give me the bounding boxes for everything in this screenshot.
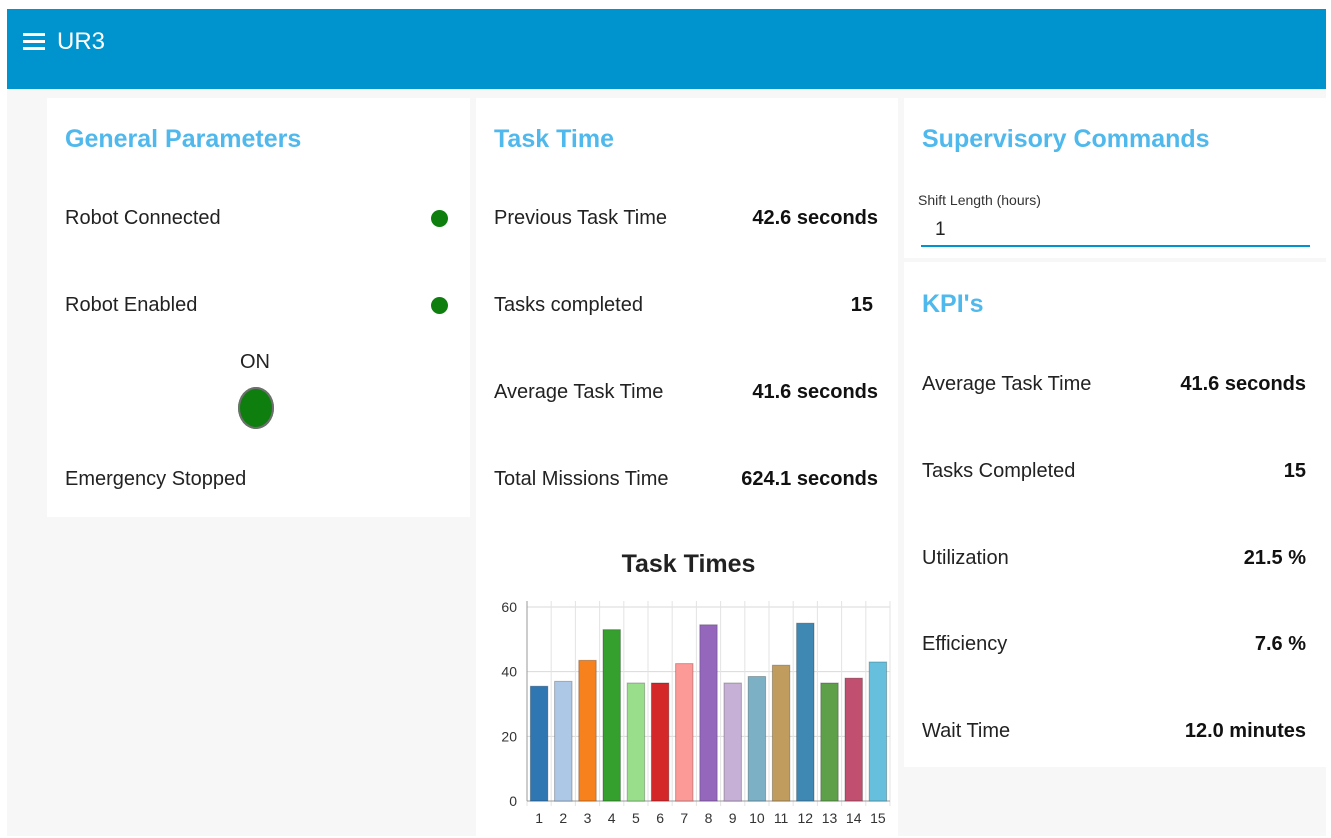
previous-task-time-label: Previous Task Time [494,207,668,229]
bar-12 [796,622,815,802]
kpi-tasks-completed-value: 15 [1283,460,1306,482]
hamburger-menu-icon[interactable] [23,31,47,51]
average-task-time-label: Average Task Time [494,381,664,403]
x-tick-label: 12 [798,810,814,826]
x-tick-label: 8 [705,810,713,826]
kpi-average-task-time-label: Average Task Time [922,373,1092,395]
chart-title: Task Times [621,550,756,578]
on-indicator-icon [238,387,274,429]
app-title: UR3 [57,28,106,55]
general-parameters-title: General Parameters [65,125,302,153]
x-tick-label: 15 [870,810,886,826]
total-missions-time-label: Total Missions Time [494,468,669,490]
kpi-efficiency-value: 7.6 % [1254,633,1306,655]
kpi-efficiency-label: Efficiency [922,633,1008,655]
robot-enabled-label: Robot Enabled [65,294,198,316]
bar-13 [820,682,839,802]
kpi-utilization-label: Utilization [922,547,1009,569]
robot-connected-label: Robot Connected [65,207,221,229]
app-header: UR3 [7,9,1326,89]
bar-2 [554,680,573,802]
x-tick-label: 1 [535,810,543,826]
tasks-completed-value: 15 [850,294,873,316]
on-label: ON [240,351,270,373]
bar-7 [675,663,694,802]
bar-15 [868,661,888,802]
task-time-title: Task Time [494,125,614,153]
kpis-title: KPI's [922,290,984,318]
x-tick-label: 2 [559,810,567,826]
tasks-completed-label: Tasks completed [494,294,643,316]
task-times-chart: 02040601 2 3 4 5 6 7 8 9 10 11 12 13 14 15 [501,599,891,826]
x-tick-label: 5 [632,810,640,826]
bar-14 [844,677,863,802]
task-time-card: Task Time Previous Task Time 42.6 second… [476,98,898,836]
bar-9 [723,682,742,802]
bar-11 [771,664,791,802]
kpis-card: KPI's Average Task Time 41.6 seconds Tas… [904,262,1326,767]
kpi-wait-time-value: 12.0 minutes [1184,720,1306,742]
y-tick-label: 40 [501,664,517,680]
general-parameters-card: General Parameters Robot Connected Robot… [47,98,470,517]
y-tick-label: 0 [509,793,517,809]
total-missions-time-value: 624.1 seconds [741,468,878,490]
emergency-stopped-label: Emergency Stopped [65,468,247,490]
x-tick-label: 10 [749,810,765,826]
bar-5 [626,682,646,802]
shift-length-input[interactable] [921,214,1310,247]
x-tick-label: 13 [822,810,838,826]
bar-3 [578,659,597,802]
x-tick-label: 14 [846,810,862,826]
kpi-wait-time-label: Wait Time [922,720,1011,742]
shift-length-label: Shift Length (hours) [918,192,1041,208]
kpi-utilization-value: 21.5 % [1243,547,1306,569]
previous-task-time-value: 42.6 seconds [752,207,878,229]
x-tick-label: 7 [680,810,688,826]
bar-10 [747,676,767,802]
x-tick-label: 3 [584,810,592,826]
kpi-average-task-time-value: 41.6 seconds [1180,373,1306,395]
average-task-time-value: 41.6 seconds [752,381,878,403]
x-tick-label: 4 [608,810,616,826]
bar-8 [699,624,718,802]
bar-4 [602,629,621,802]
x-tick-label: 9 [729,810,737,826]
y-tick-label: 60 [501,599,517,615]
supervisory-commands-title: Supervisory Commands [922,125,1210,153]
kpi-tasks-completed-label: Tasks Completed [922,460,1076,482]
robot-connected-status-icon [431,210,448,227]
bar-1 [529,685,549,802]
supervisory-commands-card: Supervisory Commands Shift Length (hours… [904,98,1326,258]
x-tick-label: 11 [774,810,789,826]
y-tick-label: 20 [501,728,517,744]
bar-6 [650,682,670,802]
robot-enabled-status-icon [431,297,448,314]
x-tick-label: 6 [656,810,664,826]
